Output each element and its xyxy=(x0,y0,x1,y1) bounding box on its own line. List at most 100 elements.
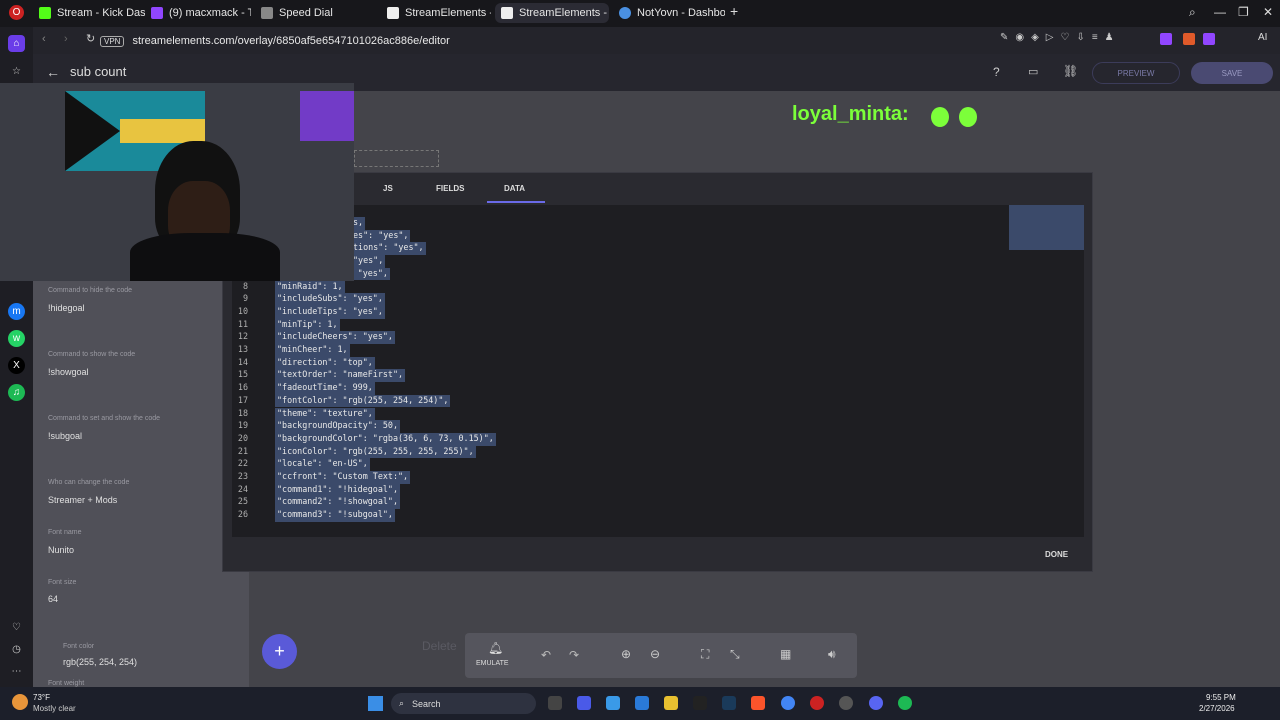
reload-icon[interactable]: ↻ xyxy=(86,32,95,45)
discord-icon[interactable] xyxy=(869,696,883,710)
widget-bounds[interactable] xyxy=(354,150,439,167)
fullscreen-icon[interactable]: ⛶ xyxy=(701,647,709,662)
copilot-icon[interactable] xyxy=(606,696,620,710)
bell-icon[interactable]: 🔔︎ xyxy=(488,641,503,655)
show-command-input[interactable]: !showgoal xyxy=(48,367,89,377)
code-line[interactable]: 15 "textOrder": "nameFirst", xyxy=(232,369,406,383)
preview-button[interactable]: PREVIEW xyxy=(1092,62,1180,84)
code-line[interactable]: 16 "fadeoutTime": 999, xyxy=(232,382,375,395)
code-line[interactable]: 8 "minRaid": 1, xyxy=(232,280,345,294)
undo-icon[interactable]: ↶ xyxy=(541,648,551,662)
tab-kick[interactable]: Stream - Kick Dashboard xyxy=(33,3,145,23)
code-line[interactable]: 23 "ccfront": "Custom Text:", xyxy=(232,471,411,484)
purple-light xyxy=(300,91,354,141)
close-icon[interactable]: ✕ xyxy=(1263,5,1273,19)
task-view-icon[interactable] xyxy=(548,696,562,710)
volume-icon[interactable]: 🔊︎ xyxy=(828,647,836,662)
done-button[interactable]: DONE xyxy=(1045,550,1068,559)
history-icon[interactable]: ◷ xyxy=(8,641,25,658)
x-icon[interactable]: X xyxy=(8,357,25,374)
zoom-out-icon[interactable]: ⊖ xyxy=(650,647,660,661)
code-line[interactable]: 25 "command2": "!showgoal", xyxy=(232,496,401,510)
code-line[interactable]: 22 "locale": "en-US", xyxy=(232,458,370,471)
home-icon[interactable]: ⌂ xyxy=(8,35,25,52)
redo-icon[interactable]: ↷ xyxy=(569,648,579,662)
code-line[interactable]: 14 "direction": "top", xyxy=(232,356,375,370)
brave-icon[interactable] xyxy=(751,696,765,710)
vpn-badge[interactable]: VPN xyxy=(100,35,125,47)
tab-fields[interactable]: FIELDS xyxy=(436,184,464,193)
back-arrow-icon[interactable]: ← xyxy=(46,64,60,80)
set-command-input[interactable]: !subgoal xyxy=(48,431,82,441)
code-line[interactable]: 13 "minCheer": 1, xyxy=(232,344,350,357)
font-size-input[interactable]: 64 xyxy=(48,594,58,604)
windows-start-icon[interactable] xyxy=(368,696,383,711)
chrome-icon[interactable] xyxy=(781,696,795,710)
tab-data[interactable]: DATA xyxy=(504,184,525,193)
zoom-in-icon[interactable]: ⊕ xyxy=(621,647,631,661)
grid-icon[interactable]: ▦ xyxy=(780,647,791,661)
url-text[interactable]: streamelements.com/overlay/6850af5e65471… xyxy=(132,35,449,47)
forward-icon[interactable]: › xyxy=(64,33,68,45)
font-name-select[interactable]: Nunito xyxy=(48,545,74,555)
search-box[interactable]: ⌕ Search xyxy=(391,693,536,714)
app-icon[interactable] xyxy=(839,696,853,710)
tab-speed-dial[interactable]: Speed Dial xyxy=(255,3,367,23)
spotify-taskbar-icon[interactable] xyxy=(898,696,912,710)
link-icon[interactable]: ⛓ xyxy=(1063,64,1078,78)
code-line[interactable]: 21 "iconColor": "rgb(255, 255, 255, 255)"… xyxy=(232,445,476,459)
steam-icon[interactable] xyxy=(722,696,736,710)
code-line[interactable]: 10 "includeTips": "yes", xyxy=(232,305,385,319)
twitch-extension-icon[interactable] xyxy=(1160,33,1172,45)
tab-se-overlay[interactable]: StreamElements - Overlay xyxy=(381,3,491,23)
search-tabs-icon[interactable]: ⌕ xyxy=(1189,5,1196,20)
opera-logo-icon[interactable]: O xyxy=(9,5,24,20)
help-icon[interactable]: ? xyxy=(993,65,1000,79)
code-line[interactable]: 18 "theme": "texture", xyxy=(232,407,375,421)
code-line[interactable]: 26 "command3": "!subgoal", xyxy=(232,509,395,522)
code-line[interactable]: 19 "backgroundOpacity": 50, xyxy=(232,420,401,433)
code-line[interactable]: 12 "includeCheers": "yes", xyxy=(232,331,395,344)
tab-twitch[interactable]: (9) macxmack - Twitch xyxy=(145,3,251,23)
opera-icon[interactable] xyxy=(810,696,824,710)
messenger-icon[interactable]: m xyxy=(8,303,25,320)
more-icon[interactable]: ⋯ xyxy=(8,663,25,680)
twitch-extension-icon[interactable] xyxy=(1203,33,1215,45)
tab-label: Speed Dial xyxy=(279,7,333,19)
teams-icon[interactable] xyxy=(577,696,591,710)
ai-icon[interactable]: AI xyxy=(1258,32,1267,43)
code-line[interactable]: 24 "command1": "!hidegoal", xyxy=(232,483,401,497)
capcut-icon[interactable] xyxy=(693,696,707,710)
code-line[interactable]: 17 "fontColor": "rgb(255, 254, 254)", xyxy=(232,394,451,408)
tab-se-notyovn[interactable]: StreamElements - notyovn xyxy=(495,3,609,23)
code-line[interactable]: 20 "backgroundColor": "rgba(36, 6, 73, 0.… xyxy=(232,432,496,446)
add-widget-button[interactable]: + xyxy=(262,634,297,669)
back-icon[interactable]: ‹ xyxy=(42,33,46,45)
minimize-icon[interactable]: — xyxy=(1214,5,1226,19)
store-icon[interactable] xyxy=(635,696,649,710)
whatsapp-icon[interactable]: w xyxy=(8,330,25,347)
extension-icon[interactable] xyxy=(1183,33,1195,45)
new-tab-button[interactable]: + xyxy=(730,3,738,19)
permission-select[interactable]: Streamer + Mods xyxy=(48,495,117,505)
explorer-icon[interactable] xyxy=(664,696,678,710)
save-button[interactable]: SAVE xyxy=(1191,62,1273,84)
code-line[interactable]: 11 "minTip": 1, xyxy=(232,318,340,332)
url-field[interactable]: VPN streamelements.com/overlay/6850af5e6… xyxy=(100,31,1150,51)
font-color-input[interactable]: rgb(255, 254, 254) xyxy=(63,657,137,667)
star-icon[interactable]: ☆ xyxy=(8,63,25,80)
data-code-editor[interactable]: s,es": "yes",tions": "yes","yes",7"inclu… xyxy=(232,205,1084,537)
preview-screen-icon[interactable]: ▭ xyxy=(1028,65,1038,78)
tab-js[interactable]: JS xyxy=(383,184,393,193)
maximize-icon[interactable]: ❐ xyxy=(1238,5,1249,19)
hide-command-input[interactable]: !hidegoal xyxy=(48,303,85,313)
fit-screen-icon[interactable]: ⤡ xyxy=(730,647,740,662)
code-minimap[interactable] xyxy=(1009,205,1084,250)
heart-icon[interactable]: ♡ xyxy=(8,619,25,636)
code-line[interactable]: 9 "includeSubs": "yes", xyxy=(232,293,385,306)
emulate-button[interactable]: EMULATE xyxy=(476,660,509,667)
weather-icon[interactable] xyxy=(12,694,28,710)
twitch-icon xyxy=(151,7,163,19)
spotify-icon[interactable]: ♫ xyxy=(8,384,25,401)
tab-notyovn-dashboard[interactable]: NotYovn - Dashboard xyxy=(613,3,725,23)
